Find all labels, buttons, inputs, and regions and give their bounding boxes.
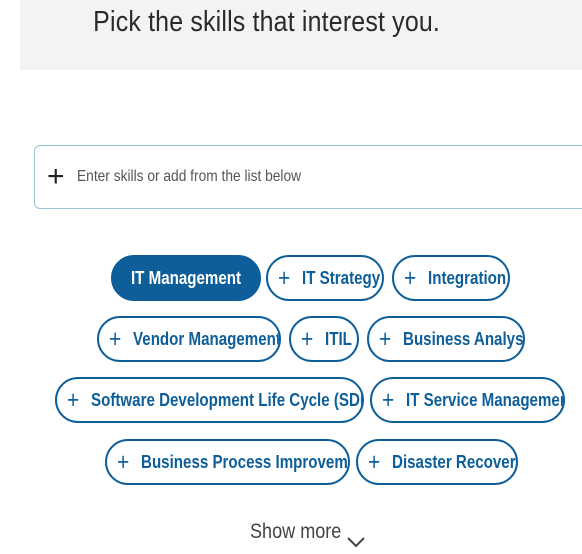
skill-pill-label: Disaster Recovery (392, 452, 518, 472)
skill-pill-disaster-recovery[interactable]: + Disaster Recovery (356, 439, 518, 485)
skill-search-box[interactable]: + (34, 145, 582, 209)
show-more-button[interactable]: Show more (250, 520, 365, 550)
skill-pill-business-analysis[interactable]: + Business Analysis (367, 316, 525, 362)
plus-icon: + (379, 325, 392, 353)
plus-icon: + (368, 448, 381, 476)
plus-icon: + (117, 448, 130, 476)
skill-pill-label: IT Service Management (406, 390, 565, 410)
skill-pill-label: ITIL (325, 329, 352, 349)
page-title: Pick the skills that interest you. (93, 6, 441, 38)
plus-icon: + (67, 386, 80, 414)
skill-pill-label: Vendor Management (133, 329, 281, 349)
skill-pill-it-service-management[interactable]: + IT Service Management (370, 377, 565, 423)
show-more-label: Show more (250, 520, 342, 543)
plus-icon: + (301, 325, 314, 353)
skill-pill-itil[interactable]: + ITIL (289, 316, 359, 362)
plus-icon: + (382, 386, 395, 414)
skill-pill-business-process-improvement[interactable]: + Business Process Improvement (105, 439, 350, 485)
skill-pill-it-management[interactable]: IT Management (111, 255, 261, 301)
skill-search-input[interactable] (77, 164, 490, 190)
skill-pill-sdlc[interactable]: + Software Development Life Cycle (SDLC) (55, 377, 364, 423)
skill-pill-label: IT Strategy (302, 268, 381, 288)
skill-pill-label: Integration (428, 268, 507, 288)
plus-icon: + (47, 160, 65, 193)
plus-icon: + (404, 264, 417, 292)
skill-pill-label: IT Management (130, 268, 242, 288)
skill-pill-it-strategy[interactable]: + IT Strategy (266, 255, 384, 301)
plus-icon: + (278, 264, 291, 292)
skill-pill-integration[interactable]: + Integration (392, 255, 510, 301)
skill-pill-label: Business Process Improvement (141, 452, 350, 472)
skill-pill-vendor-management[interactable]: + Vendor Management (97, 316, 281, 362)
plus-icon: + (109, 325, 122, 353)
skill-pill-label: Business Analysis (403, 329, 525, 349)
chevron-down-icon (346, 530, 366, 554)
skill-pill-label: Software Development Life Cycle (SDLC) (91, 390, 364, 410)
